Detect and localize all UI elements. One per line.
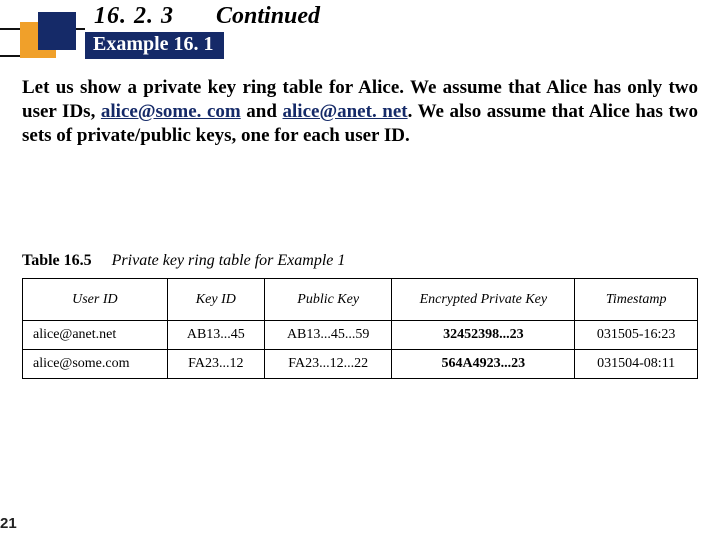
cell-user-id: alice@some.com [23,350,168,379]
section-number: 16. 2. 3 [94,3,174,30]
slide-header: 16. 2. 3 Continued Example 16. 1 [0,0,720,58]
cell-timestamp: 031504-08:11 [575,350,698,379]
email-link-1[interactable]: alice@some. com [101,101,241,122]
email-link-2[interactable]: alice@anet. net [283,101,408,122]
cell-timestamp: 031505-16:23 [575,321,698,350]
cell-enc-private-key: 32452398...23 [392,321,575,350]
cell-user-id: alice@anet.net [23,321,168,350]
col-public-key: Public Key [264,279,391,321]
cell-enc-private-key: 564A4923...23 [392,350,575,379]
decor-square-navy [38,12,76,50]
table-row: alice@some.com FA23...12 FA23...12...22 … [23,350,698,379]
key-ring-table: User ID Key ID Public Key Encrypted Priv… [22,278,698,379]
section-continued: Continued [216,3,320,30]
body-paragraph: Let us show a private key ring table for… [22,76,698,147]
cell-key-id: FA23...12 [167,350,264,379]
page-number: 21 [0,515,17,532]
table-row: alice@anet.net AB13...45 AB13...45...59 … [23,321,698,350]
example-label: Example 16. 1 [85,32,224,59]
col-enc-private-key: Encrypted Private Key [392,279,575,321]
col-key-id: Key ID [167,279,264,321]
table-caption: Table 16.5 Private key ring table for Ex… [22,252,345,270]
col-user-id: User ID [23,279,168,321]
col-timestamp: Timestamp [575,279,698,321]
cell-key-id: AB13...45 [167,321,264,350]
table-header-row: User ID Key ID Public Key Encrypted Priv… [23,279,698,321]
table-caption-label: Table 16.5 [22,252,92,269]
cell-public-key: FA23...12...22 [264,350,391,379]
para-text-2: and [241,101,283,122]
table-caption-title: Private key ring table for Example 1 [112,252,346,269]
cell-public-key: AB13...45...59 [264,321,391,350]
